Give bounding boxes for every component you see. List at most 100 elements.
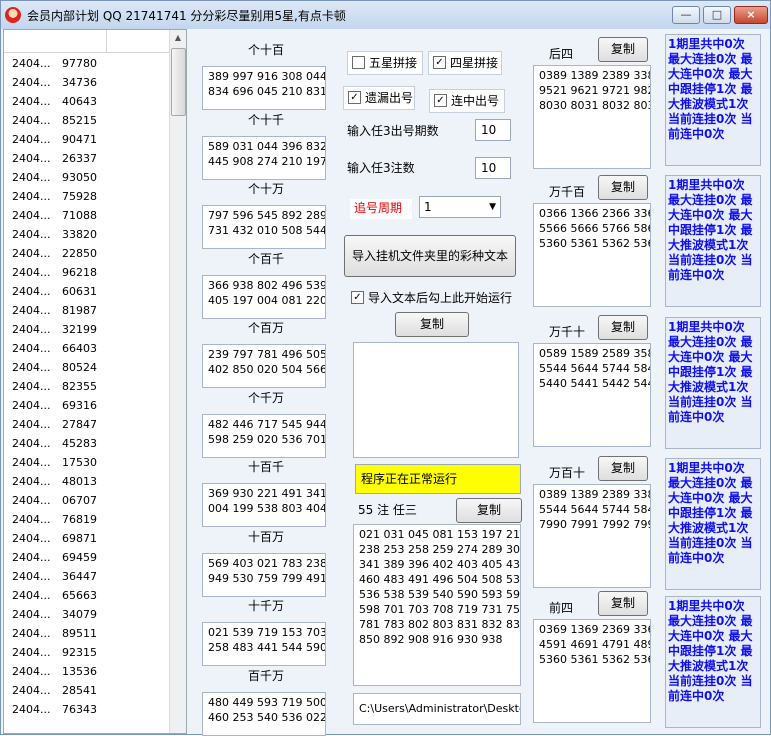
group-numbers-box[interactable]: 797 596 545 892 289 731 432 010 508 544 xyxy=(202,205,326,249)
list-row[interactable]: 2404... 17530 xyxy=(4,453,172,473)
code-cell: 69316 xyxy=(62,399,97,412)
list-row[interactable]: 2404... 65663 xyxy=(4,586,172,606)
list-row[interactable]: 2404... 26337 xyxy=(4,149,172,169)
copy-button-four-star[interactable]: 复制 xyxy=(598,175,648,200)
list-row[interactable]: 2404... 13536 xyxy=(4,662,172,682)
cycle-select[interactable]: 1 ▼ xyxy=(419,196,501,218)
code-cell: 85215 xyxy=(62,114,97,127)
four-star-numbers-box[interactable]: 0369 1369 2369 3369 4591 4691 4791 4891 … xyxy=(533,619,651,723)
checkbox-box[interactable]: ✓ xyxy=(433,56,446,69)
checkbox-box[interactable] xyxy=(352,56,365,69)
list-row[interactable]: 2404... 71088 xyxy=(4,206,172,226)
group-numbers-box[interactable]: 389 997 916 308 044 834 696 045 210 831 xyxy=(202,66,326,110)
copy-button-four-star[interactable]: 复制 xyxy=(598,37,648,62)
list-row[interactable]: 2404... 82355 xyxy=(4,377,172,397)
code-cell: 06707 xyxy=(62,494,97,507)
title-bar[interactable]: 会员内部计划 QQ 21741741 分分彩尽量别用5星,有点卡顿 — □ × xyxy=(1,1,770,29)
ren3-numbers-box[interactable]: 021 031 045 081 153 197 210 238 253 258 … xyxy=(353,524,521,686)
code-cell: 71088 xyxy=(62,209,97,222)
list-row[interactable]: 2404... 34079 xyxy=(4,605,172,625)
checkbox-box[interactable]: ✓ xyxy=(434,94,447,107)
group-numbers-box[interactable]: 589 031 044 396 832 445 908 274 210 197 xyxy=(202,135,326,180)
list-row[interactable]: 2404... 34736 xyxy=(4,73,172,93)
cycle-label: 追号周期 xyxy=(350,199,412,219)
issue-cell: 2404... xyxy=(12,475,51,488)
issue-cell: 2404... xyxy=(12,76,51,89)
group-label: 百千万 xyxy=(248,668,285,683)
list-row[interactable]: 2404... 80524 xyxy=(4,358,172,378)
group-numbers-box[interactable]: 369 930 221 491 341 004 199 538 803 404 xyxy=(202,483,326,527)
five-star-checkbox[interactable]: 五星拼接 xyxy=(347,51,423,75)
list-row[interactable]: 2404... 27847 xyxy=(4,415,172,435)
list-row[interactable]: 2404... 90471 xyxy=(4,130,172,150)
scroll-up-icon[interactable]: ▲ xyxy=(170,30,186,46)
list-row[interactable]: 2404... 66403 xyxy=(4,339,172,359)
list-row[interactable]: 2404... 32199 xyxy=(4,320,172,340)
copy-button-ren3[interactable]: 复制 xyxy=(456,498,522,523)
list-row[interactable]: 2404... 92315 xyxy=(4,643,172,663)
import-button[interactable]: 导入挂机文件夹里的彩种文本 xyxy=(344,235,516,277)
list-row[interactable]: 2404... 69871 xyxy=(4,529,172,549)
group-numbers-box[interactable]: 480 449 593 719 500 460 253 540 536 022 xyxy=(202,691,326,736)
list-row[interactable]: 2404... 93050 xyxy=(4,168,172,188)
list-row[interactable]: 2404... 45283 xyxy=(4,434,172,454)
list-row[interactable]: 2404... 75928 xyxy=(4,187,172,207)
issue-cell: 2404... xyxy=(12,361,51,374)
miss-checkbox[interactable]: ✓ 遗漏出号 xyxy=(343,86,415,110)
copy-button-four-star[interactable]: 复制 xyxy=(598,315,648,340)
list-scrollbar[interactable]: ▲ xyxy=(169,30,186,733)
issues-input[interactable]: 10 xyxy=(475,119,511,141)
issue-cell: 2404... xyxy=(12,513,51,526)
list-row[interactable]: 2404... 96218 xyxy=(4,263,172,283)
checkbox-box[interactable]: ✓ xyxy=(351,291,364,304)
list-row[interactable]: 2404... 06707 xyxy=(4,491,172,511)
minimize-button[interactable]: — xyxy=(672,6,700,24)
copy-button-four-star[interactable]: 复制 xyxy=(598,456,648,481)
close-button[interactable]: × xyxy=(734,6,768,24)
list-row[interactable]: 2404... 89511 xyxy=(4,624,172,644)
scroll-thumb[interactable] xyxy=(171,48,186,116)
four-star-numbers-box[interactable]: 0589 1589 2589 3589 5544 5644 5744 5844 … xyxy=(533,343,651,447)
list-row[interactable]: 2404... 28541 xyxy=(4,681,172,701)
notes-input[interactable]: 10 xyxy=(475,157,511,179)
four-star-numbers-box[interactable]: 0389 1389 2389 3389 9521 9621 9721 9821 … xyxy=(533,65,651,169)
issue-cell: 2404... xyxy=(12,285,51,298)
list-row[interactable]: 2404... 76343 xyxy=(4,700,172,720)
code-cell: 13536 xyxy=(62,665,97,678)
list-row[interactable]: 2404... 85215 xyxy=(4,111,172,131)
copy-button-four-star[interactable]: 复制 xyxy=(598,591,648,616)
list-row[interactable]: 2404... 48013 xyxy=(4,472,172,492)
checkbox-label: 连中出号 xyxy=(451,94,500,108)
draw-list[interactable]: 2404... 97780 2404... 34736 2404... 40643 2404… xyxy=(3,29,187,734)
list-header-col xyxy=(4,30,107,52)
path-field[interactable]: C:\Users\Administrator\Desktc xyxy=(353,693,521,725)
chevron-down-icon[interactable]: ▼ xyxy=(489,197,496,217)
group-numbers-box[interactable]: 366 938 802 496 539 405 197 004 081 220 xyxy=(202,274,326,319)
group-numbers-box[interactable]: 569 403 021 783 238 949 530 759 799 491 xyxy=(202,552,326,597)
blank-output-box[interactable] xyxy=(353,342,519,458)
maximize-button[interactable]: □ xyxy=(703,6,731,24)
list-row[interactable]: 2404... 36447 xyxy=(4,567,172,587)
four-star-checkbox[interactable]: ✓ 四星拼接 xyxy=(428,51,502,75)
four-star-numbers-box[interactable]: 0366 1366 2366 3366 5566 5666 5766 5866 … xyxy=(533,203,651,307)
checkbox-box[interactable]: ✓ xyxy=(348,91,361,104)
list-row[interactable]: 2404... 22850 xyxy=(4,244,172,264)
four-star-numbers-box[interactable]: 0389 1389 2389 3389 5544 5644 5744 5844 … xyxy=(533,484,651,588)
group-numbers-box[interactable]: 021 539 719 153 703 258 483 441 544 590 xyxy=(202,622,326,666)
group-numbers-box[interactable]: 482 446 717 545 944 598 259 020 536 701 xyxy=(202,413,326,458)
copy-button-ren3-top[interactable]: 复制 xyxy=(395,312,469,337)
list-row[interactable]: 2404... 76819 xyxy=(4,510,172,530)
list-row[interactable]: 2404... 69459 xyxy=(4,548,172,568)
list-row[interactable]: 2404... 81987 xyxy=(4,301,172,321)
code-cell: 82355 xyxy=(62,380,97,393)
list-row[interactable]: 2404... 60631 xyxy=(4,282,172,302)
list-row[interactable]: 2404... 33820 xyxy=(4,225,172,245)
list-row[interactable]: 2404... 69316 xyxy=(4,396,172,416)
hit-checkbox[interactable]: ✓ 连中出号 xyxy=(429,89,505,113)
four-star-label: 万百十 xyxy=(549,466,586,480)
auto-run-checkbox[interactable]: ✓ 导入文本后勾上此开始运行 xyxy=(347,287,513,311)
list-row[interactable]: 2404... 97780 xyxy=(4,54,172,74)
code-cell: 28541 xyxy=(62,684,97,697)
group-numbers-box[interactable]: 239 797 781 496 505 402 850 020 504 566 xyxy=(202,344,326,388)
list-row[interactable]: 2404... 40643 xyxy=(4,92,172,112)
